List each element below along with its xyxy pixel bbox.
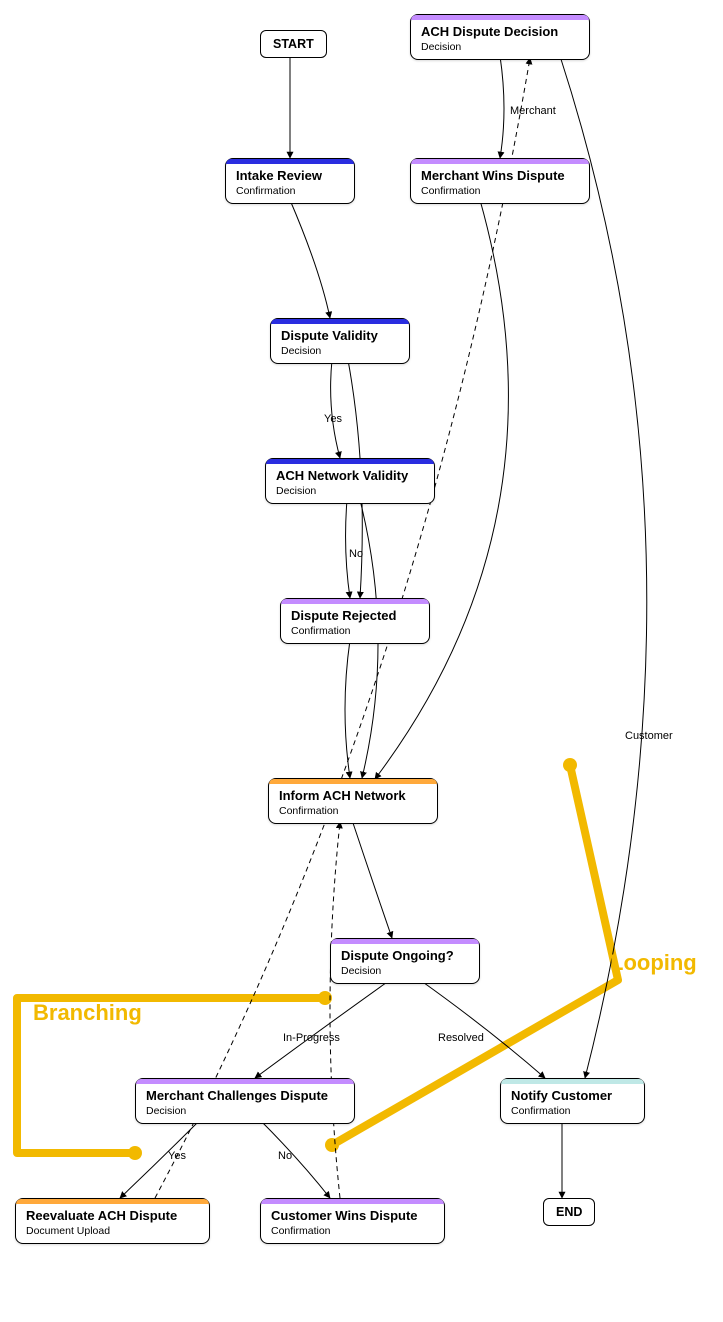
annotation-branching: Branching [33, 1000, 142, 1026]
node-subtitle: Decision [276, 485, 424, 497]
node-subtitle: Decision [341, 965, 469, 977]
node-subtitle: Confirmation [279, 805, 427, 817]
edge-label-no1: No [349, 548, 363, 560]
edge-label-yes1: Yes [324, 413, 342, 425]
edge-ongoing-merch [255, 980, 390, 1078]
edge-merch-reeval [120, 1120, 200, 1198]
node-title: ACH Network Validity [276, 468, 424, 483]
node-start: START [260, 30, 327, 58]
node-intake: Intake Review Confirmation [225, 158, 355, 204]
edge-inform-ongoing [352, 820, 392, 938]
node-inform: Inform ACH Network Confirmation [268, 778, 438, 824]
node-title: Intake Review [236, 168, 344, 183]
node-title: Reevaluate ACH Dispute [26, 1208, 199, 1223]
edge-label-customer: Customer [625, 730, 673, 742]
node-title: Customer Wins Dispute [271, 1208, 434, 1223]
node-subtitle: Decision [146, 1105, 344, 1117]
node-subtitle: Confirmation [236, 185, 344, 197]
edge-intake-validity [290, 200, 330, 318]
edge-label-merchant: Merchant [510, 105, 556, 117]
annotation-looping: Looping [610, 950, 697, 976]
node-ongoing: Dispute Ongoing? Decision [330, 938, 480, 984]
node-title: Merchant Challenges Dispute [146, 1088, 344, 1103]
node-title: Dispute Ongoing? [341, 948, 469, 963]
node-title: Merchant Wins Dispute [421, 168, 579, 183]
node-validity: Dispute Validity Decision [270, 318, 410, 364]
edge-achdec-merchwins [500, 56, 504, 158]
edge-validity-achvalidity [331, 360, 340, 458]
edge-merch-custwins [260, 1120, 330, 1198]
node-title: Dispute Validity [281, 328, 399, 343]
node-subtitle: Decision [281, 345, 399, 357]
node-subtitle: Confirmation [291, 625, 419, 637]
node-subtitle: Confirmation [421, 185, 579, 197]
node-title: Inform ACH Network [279, 788, 427, 803]
edge-label-inprog: In-Progress [283, 1032, 340, 1044]
edge-ongoing-notify [420, 980, 545, 1078]
node-start-label: START [273, 37, 314, 51]
node-subtitle: Decision [421, 41, 579, 53]
edge-achdec-notify [560, 56, 647, 1078]
edge-rejected-inform [345, 640, 350, 778]
node-end: END [543, 1198, 595, 1226]
node-ach-decision: ACH Dispute Decision Decision [410, 14, 590, 60]
node-title: Notify Customer [511, 1088, 634, 1103]
node-title: ACH Dispute Decision [421, 24, 579, 39]
node-merch-challenges: Merchant Challenges Dispute Decision [135, 1078, 355, 1124]
edge-custwins-inform [330, 822, 340, 1198]
flowchart-canvas: START ACH Dispute Decision Decision Inta… [0, 0, 723, 1322]
edge-label-no2: No [278, 1150, 292, 1162]
node-subtitle: Confirmation [511, 1105, 634, 1117]
node-cust-wins: Customer Wins Dispute Confirmation [260, 1198, 445, 1244]
node-ach-validity: ACH Network Validity Decision [265, 458, 435, 504]
node-merch-wins: Merchant Wins Dispute Confirmation [410, 158, 590, 204]
node-subtitle: Confirmation [271, 1225, 434, 1237]
edge-label-resolved: Resolved [438, 1032, 484, 1044]
node-title: Dispute Rejected [291, 608, 419, 623]
node-end-label: END [556, 1205, 582, 1219]
edge-label-yes2: Yes [168, 1150, 186, 1162]
node-reeval: Reevaluate ACH Dispute Document Upload [15, 1198, 210, 1244]
node-rejected: Dispute Rejected Confirmation [280, 598, 430, 644]
node-subtitle: Document Upload [26, 1225, 199, 1237]
node-notify: Notify Customer Confirmation [500, 1078, 645, 1124]
